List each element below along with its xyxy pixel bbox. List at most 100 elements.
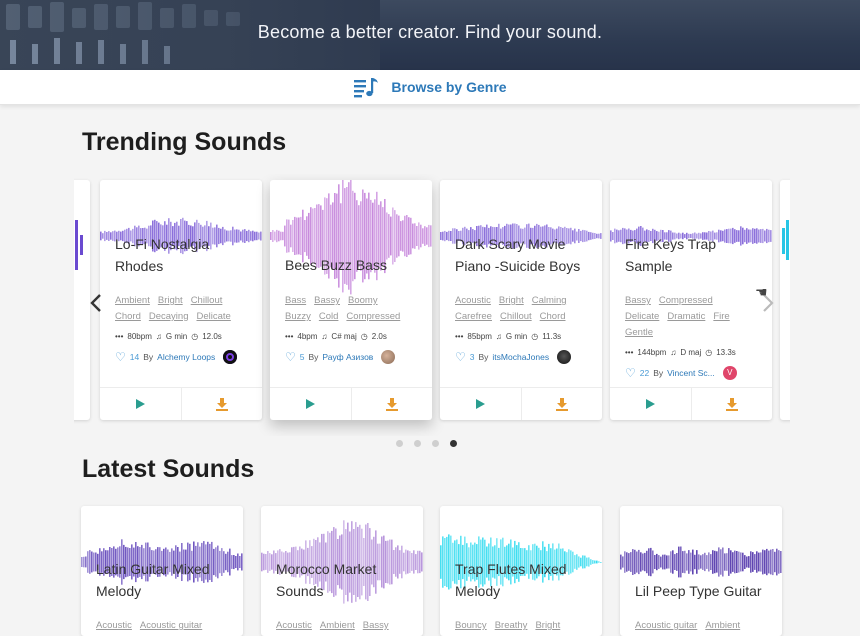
sound-card[interactable]: Dark Scary Movie Piano -Suicide Boys Aco… — [440, 180, 602, 420]
tempo-icon: ••• — [285, 332, 294, 341]
tag-link[interactable]: Ambient — [115, 295, 150, 306]
download-button[interactable] — [520, 388, 603, 420]
heart-icon[interactable]: ♡ — [285, 350, 296, 364]
hero-title: Become a better creator. Find your sound… — [257, 22, 603, 42]
tag-link[interactable]: Compressed — [659, 295, 713, 306]
clock-icon: ◷ — [531, 332, 539, 341]
tag-link[interactable]: Delicate — [625, 311, 659, 322]
author-link[interactable]: Alchemy Loops — [157, 352, 215, 362]
avatar[interactable] — [557, 350, 572, 364]
waveform-bar — [89, 550, 91, 574]
tag-link[interactable]: Bass — [285, 295, 306, 306]
sound-title[interactable]: Lil Peep Type Guitar — [635, 580, 775, 602]
tag-link[interactable]: Decaying — [149, 311, 189, 322]
waveform-bar — [672, 550, 674, 574]
waveform-bar — [239, 556, 241, 568]
heart-icon[interactable]: ♡ — [625, 366, 636, 380]
play-button[interactable] — [440, 388, 521, 420]
tag-link[interactable]: Gentle — [625, 327, 653, 338]
sound-title[interactable]: Latin Guitar Mixed Melody — [96, 558, 236, 602]
pagination-dot[interactable] — [414, 440, 421, 447]
tag-link[interactable]: Fire — [713, 311, 729, 322]
browse-by-genre-link[interactable]: Browse by Genre — [391, 79, 506, 95]
download-icon — [555, 398, 568, 411]
avatar[interactable]: V — [722, 366, 737, 380]
latest-sound-card[interactable]: Latin Guitar Mixed Melody Acoustic Acoust… — [81, 506, 243, 636]
waveform-bar — [776, 548, 778, 576]
tag-link[interactable]: Chillout — [500, 311, 532, 322]
download-button[interactable] — [350, 388, 433, 420]
waveform-bar — [734, 550, 736, 574]
avatar[interactable] — [223, 350, 238, 364]
sound-card[interactable]: Lo-Fi Nostalgia Rhodes Ambient Bright Chil… — [100, 180, 262, 420]
tag-link[interactable]: Chord — [115, 311, 141, 322]
waveform-bar — [600, 562, 602, 563]
tag-link[interactable]: Bassy — [625, 295, 651, 306]
tag-link[interactable]: Bassy — [314, 295, 340, 306]
pagination-dot[interactable] — [396, 440, 403, 447]
latest-sound-card[interactable]: Morocco Market Sounds Acoustic Ambient Bas… — [261, 506, 423, 636]
sound-title[interactable]: Dark Scary Movie Piano -Suicide Boys — [455, 233, 595, 277]
tag-link[interactable]: Dramatic — [667, 311, 705, 322]
tag-link[interactable]: Calming — [532, 295, 567, 306]
sound-title[interactable]: Lo-Fi Nostalgia Rhodes — [115, 233, 255, 277]
tag-link[interactable]: Chillout — [191, 295, 223, 306]
tag-link[interactable]: Delicate — [196, 311, 230, 322]
tag-link[interactable]: Buzzy — [285, 311, 311, 322]
waveform-bar — [390, 216, 392, 256]
sound-title[interactable]: Fire Keys Trap Sample — [625, 233, 765, 277]
duration-value: 13.3s — [716, 348, 736, 357]
waveform-bar — [91, 551, 93, 573]
sound-title[interactable]: Morocco Market Sounds — [276, 558, 416, 602]
waveform-bar — [614, 228, 616, 244]
tag-link[interactable]: Chord — [540, 311, 566, 322]
tag-list: Acoustic guitar Ambient — [635, 618, 773, 634]
tag-link[interactable]: Carefree — [455, 311, 492, 322]
latest-sound-card[interactable]: Lil Peep Type Guitar Acoustic guitar Ambi… — [620, 506, 782, 636]
waveform-bar — [624, 551, 626, 573]
avatar[interactable] — [381, 350, 396, 364]
play-icon — [476, 399, 486, 409]
likes-row: ♡ 5 By Рауф Азизов — [285, 350, 430, 364]
tag-link[interactable]: Compressed — [346, 311, 400, 322]
author-link[interactable]: itsMochaJones — [492, 352, 549, 362]
download-icon — [215, 398, 228, 411]
sound-title[interactable]: Trap Flutes Mixed Melody — [455, 558, 595, 602]
trending-sounds-heading: Trending Sounds — [82, 128, 287, 156]
heart-icon[interactable]: ♡ — [455, 350, 466, 364]
tempo-icon: ••• — [115, 332, 124, 341]
play-button[interactable] — [270, 388, 351, 420]
waveform-bar — [740, 552, 742, 572]
play-button[interactable] — [100, 388, 181, 420]
sound-card[interactable]: Fire Keys Trap Sample Bassy Compressed De… — [610, 180, 772, 420]
waveform-bar — [271, 554, 273, 570]
browse-by-genre-bar[interactable]: Browse by Genre — [0, 70, 860, 105]
download-button[interactable] — [180, 388, 263, 420]
pagination-dot-active[interactable] — [450, 440, 457, 447]
waveform-bar — [81, 557, 83, 567]
play-button[interactable] — [610, 388, 691, 420]
waveform-bar — [258, 232, 260, 240]
waveform-bar — [770, 230, 772, 242]
duration-value: 12.0s — [202, 332, 222, 341]
waveform-bar — [410, 217, 412, 255]
tag-link[interactable]: Bright — [499, 295, 524, 306]
sound-card[interactable]: Bees Buzz Bass Bass Bassy Boomy Buzzy Cold C… — [270, 180, 432, 420]
heart-icon[interactable]: ♡ — [115, 350, 126, 364]
tag-link[interactable]: Bright — [158, 295, 183, 306]
sound-title[interactable]: Bees Buzz Bass — [285, 254, 425, 276]
download-button[interactable] — [690, 388, 773, 420]
carousel-prev-button[interactable] — [86, 290, 106, 316]
waveform-bar — [706, 555, 708, 569]
latest-sound-card[interactable]: Trap Flutes Mixed Melody Bouncy Breathy Br… — [440, 506, 602, 636]
waveform-bar — [428, 224, 430, 248]
pagination-dot[interactable] — [432, 440, 439, 447]
tag-link[interactable]: Acoustic — [455, 295, 491, 306]
waveform-bar — [690, 552, 692, 572]
waveform-bar — [272, 230, 274, 242]
tag-link[interactable]: Cold — [319, 311, 339, 322]
author-link[interactable]: Рауф Азизов — [322, 352, 373, 362]
author-link[interactable]: Vincent Sc... — [667, 368, 715, 378]
tag-link[interactable]: Boomy — [348, 295, 378, 306]
waveform-bar — [298, 217, 300, 255]
